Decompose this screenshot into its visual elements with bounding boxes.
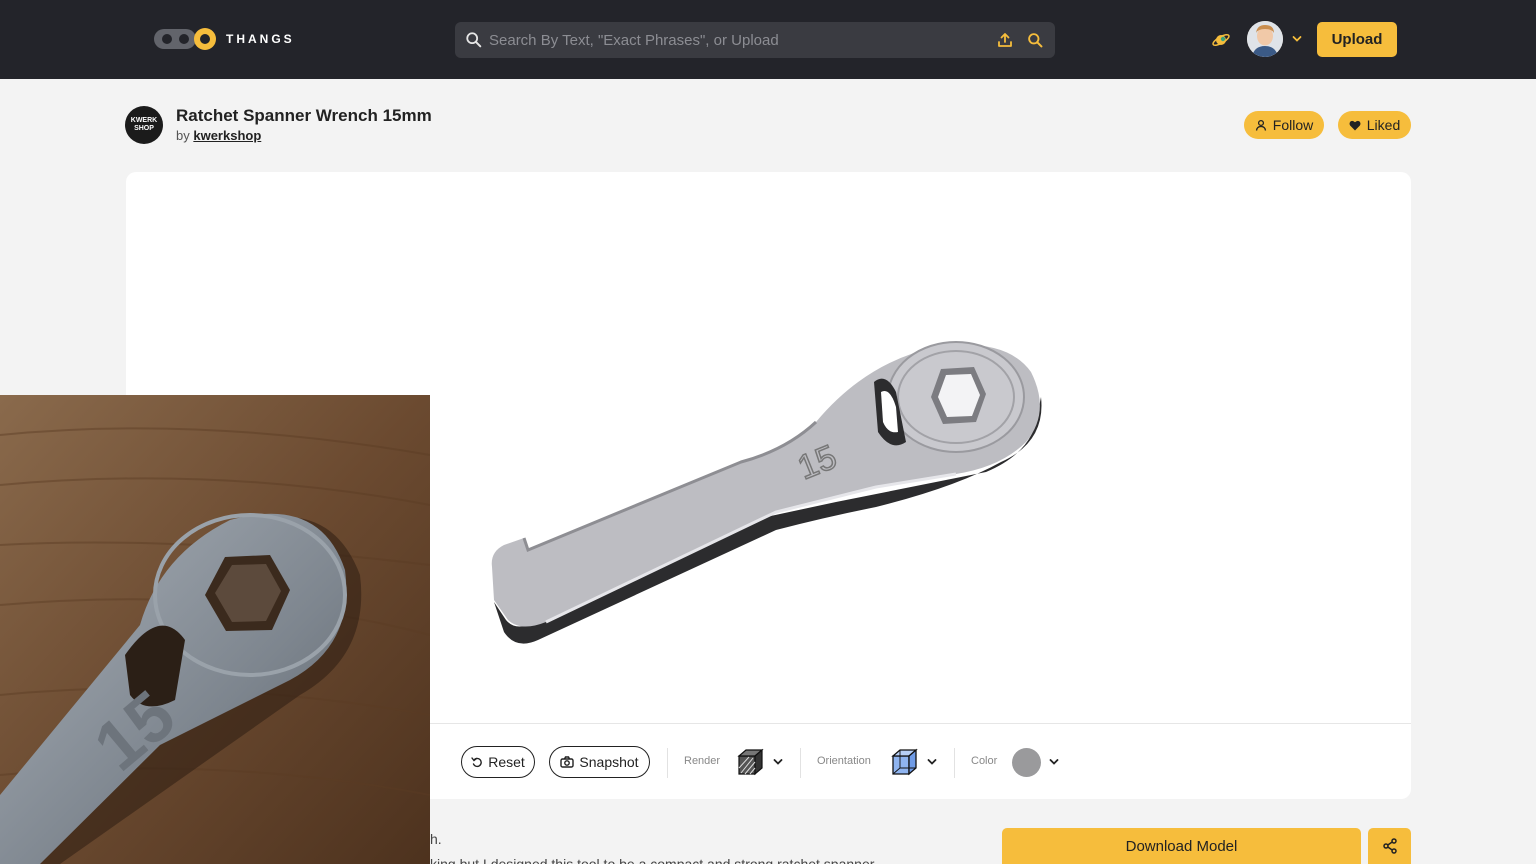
- share-button[interactable]: [1368, 828, 1411, 864]
- share-icon: [1382, 838, 1397, 854]
- reset-icon: [471, 757, 483, 768]
- author-prefix: by: [176, 128, 190, 143]
- search-bar: [455, 22, 1055, 58]
- description-text: king but I designed this tool to be a co…: [430, 856, 875, 864]
- wrench-3d-model[interactable]: 15: [486, 302, 1056, 652]
- orientation-dropdown-chevron-icon[interactable]: [926, 756, 938, 768]
- author-avatar-text-line1: KWERK: [130, 117, 158, 124]
- follow-button[interactable]: Follow: [1244, 111, 1324, 139]
- render-label: Render: [684, 755, 721, 767]
- reset-label: Reset: [488, 754, 525, 770]
- thangs-logo-mark: [154, 28, 216, 50]
- color-dropdown-chevron-icon[interactable]: [1048, 756, 1060, 768]
- follow-label: Follow: [1272, 117, 1314, 133]
- camera-icon: [560, 756, 575, 768]
- author-line: by kwerkshop: [176, 128, 261, 143]
- orientation-cube-icon[interactable]: [890, 747, 920, 777]
- author-link[interactable]: kwerkshop: [193, 128, 261, 143]
- snapshot-label: Snapshot: [579, 754, 639, 770]
- description-text: h.: [430, 831, 442, 847]
- search-icon: [466, 32, 482, 48]
- account-menu-chevron-icon[interactable]: [1291, 33, 1303, 45]
- search-submit-icon[interactable]: [1025, 30, 1045, 50]
- toolbar-separator: [667, 748, 668, 778]
- user-follow-icon: [1255, 119, 1266, 131]
- heart-icon: [1349, 120, 1361, 130]
- search-input[interactable]: [489, 31, 995, 49]
- color-label: Color: [971, 755, 998, 767]
- render-mode-icon[interactable]: [736, 747, 766, 777]
- author-avatar[interactable]: KWERK SHOP: [125, 106, 163, 144]
- toolbar-separator: [954, 748, 955, 778]
- thangs-logo-text: THANGS: [226, 32, 295, 46]
- download-model-button[interactable]: Download Model: [1002, 828, 1361, 864]
- liked-label: Liked: [1366, 117, 1401, 133]
- model-title: Ratchet Spanner Wrench 15mm: [176, 106, 432, 125]
- orientation-label: Orientation: [817, 755, 871, 767]
- render-dropdown-chevron-icon[interactable]: [772, 756, 784, 768]
- color-swatch[interactable]: [1012, 748, 1041, 777]
- reset-view-button[interactable]: Reset: [461, 746, 535, 778]
- upload-search-icon[interactable]: [995, 30, 1015, 50]
- thangs-logo[interactable]: THANGS: [154, 28, 295, 50]
- toolbar-separator: [800, 748, 801, 778]
- snapshot-button[interactable]: Snapshot: [549, 746, 650, 778]
- liked-button[interactable]: Liked: [1338, 111, 1411, 139]
- user-avatar[interactable]: [1247, 21, 1283, 57]
- upload-button[interactable]: Upload: [1317, 22, 1397, 57]
- author-avatar-text-line2: SHOP: [134, 125, 154, 132]
- notifications-planet-icon[interactable]: [1210, 29, 1232, 51]
- wrench-photo: 15: [0, 395, 430, 864]
